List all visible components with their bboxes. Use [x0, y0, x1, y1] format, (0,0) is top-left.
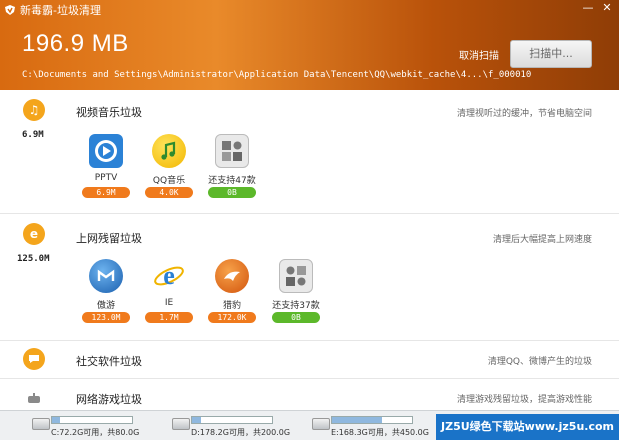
hard-disk-icon — [32, 418, 50, 430]
section-size: 125.0M — [17, 254, 50, 264]
liebao-icon — [215, 259, 249, 293]
app-size-badge: 0B — [208, 187, 256, 198]
section-description: 清理QQ、微博产生的垃圾 — [487, 357, 592, 367]
section-size: 6.9M — [22, 130, 44, 140]
drive-label: E:168.3G可用，共450.0G — [331, 428, 429, 437]
gamepad-icon — [23, 387, 45, 409]
scan-button[interactable]: 扫描中... — [510, 40, 592, 68]
app-size-badge: 1.7M — [145, 312, 193, 323]
app-name: QQ音乐 — [152, 176, 186, 186]
section-title[interactable]: 上网残留垃圾 — [76, 230, 142, 246]
hard-disk-icon — [172, 418, 190, 430]
app-item-more-apps[interactable]: 还支持37款 0B — [266, 259, 326, 323]
total-junk-size: 196.9 MB — [22, 30, 129, 57]
duba-shield-icon — [4, 4, 16, 16]
app-item-maxthon[interactable]: 傲游 123.0M — [76, 259, 136, 323]
section-title[interactable]: 视频音乐垃圾 — [76, 104, 142, 120]
title-bar: 新毒霸-垃圾清理 — [4, 2, 101, 18]
app-size-badge: 6.9M — [82, 187, 130, 198]
app-name: 还支持37款 — [272, 301, 320, 311]
close-button[interactable]: ✕ — [598, 1, 616, 15]
drive-label: C:72.2G可用，共80.0G — [51, 428, 140, 437]
app-size-badge: 172.0K — [208, 312, 256, 323]
drive-usage-fill — [52, 417, 60, 423]
ie-icon: e — [152, 259, 186, 293]
more-apps-icon — [279, 259, 313, 293]
section-video-music: ♫ 6.9M 视频音乐垃圾 清理视听过的缓冲，节省电脑空间 PPTV 6.9M … — [0, 90, 619, 214]
section-description: 清理游戏残留垃圾，提高游戏性能 — [456, 395, 592, 405]
app-name: 傲游 — [96, 301, 115, 311]
app-name: IE — [164, 298, 174, 308]
app-name: 猎豹 — [222, 301, 241, 311]
minimize-button[interactable]: — — [579, 1, 597, 15]
music-note-icon: ♫ — [23, 99, 45, 121]
drive-usage-bar — [191, 416, 273, 424]
current-scan-path: C:\Documents and Settings\Administrator\… — [22, 70, 532, 80]
app-size-badge: 4.0K — [145, 187, 193, 198]
chat-bubble-icon — [23, 348, 45, 370]
cancel-scan-link[interactable]: 取消扫描 — [459, 47, 499, 62]
scan-header: 新毒霸-垃圾清理 — ✕ 196.9 MB C:\Documents and S… — [0, 0, 619, 90]
svg-text:e: e — [163, 261, 175, 290]
app-item-pptv[interactable]: PPTV 6.9M — [76, 134, 136, 198]
section-description: 清理后大幅提高上网速度 — [492, 235, 592, 245]
more-apps-icon — [215, 134, 249, 168]
hard-disk-icon — [312, 418, 330, 430]
app-size-badge: 0B — [272, 312, 320, 323]
section-description: 清理视听过的缓冲，节省电脑空间 — [456, 109, 592, 119]
app-name: 还支持47款 — [208, 176, 256, 186]
app-item-qq-music[interactable]: QQ音乐 4.0K — [139, 134, 199, 198]
app-size-badge: 123.0M — [82, 312, 130, 323]
drive-usage-fill — [332, 417, 383, 423]
drive-usage-fill — [192, 417, 201, 423]
app-item-liebao[interactable]: 猎豹 172.0K — [202, 259, 262, 323]
app-item-ie[interactable]: e IE 1.7M — [139, 259, 199, 323]
window-title: 新毒霸-垃圾清理 — [20, 4, 101, 17]
section-title[interactable]: 网络游戏垃圾 — [76, 391, 142, 407]
app-item-more-apps[interactable]: 还支持47款 0B — [202, 134, 262, 198]
drive-usage-bar — [51, 416, 133, 424]
site-watermark: JZ5U绿色下载站www.jz5u.com — [436, 414, 619, 440]
browser-e-icon: e — [23, 223, 45, 245]
maxthon-icon — [89, 259, 123, 293]
section-internet: e 125.0M 上网残留垃圾 清理后大幅提高上网速度 傲游 123.0M e … — [0, 214, 619, 341]
qq-music-icon — [152, 134, 186, 168]
drive-usage-bar — [331, 416, 413, 424]
section-title[interactable]: 社交软件垃圾 — [76, 353, 142, 369]
drive-label: D:178.2G可用，共200.0G — [191, 428, 291, 437]
section-social: 社交软件垃圾 清理QQ、微博产生的垃圾 — [0, 341, 619, 379]
app-name: PPTV — [94, 173, 118, 183]
pptv-icon — [89, 134, 123, 168]
section-games: 网络游戏垃圾 清理游戏残留垃圾，提高游戏性能 — [0, 379, 619, 410]
